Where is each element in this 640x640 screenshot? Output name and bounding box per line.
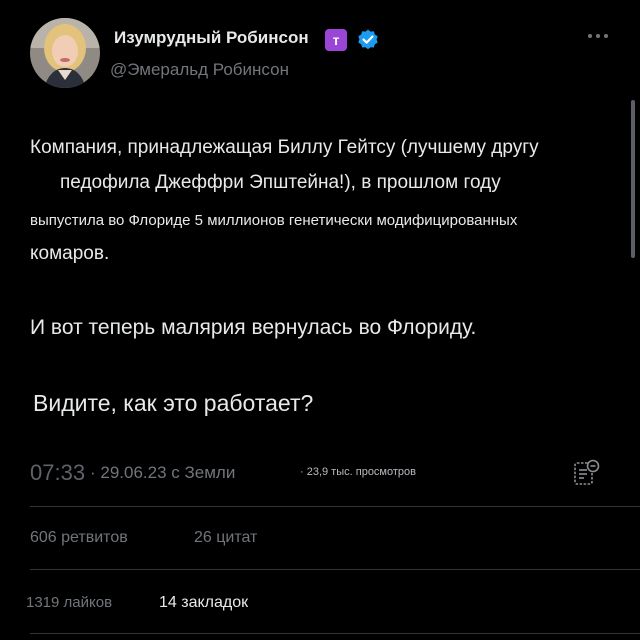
divider (30, 633, 640, 634)
bookmarks-count[interactable]: 14 закладок (159, 594, 248, 612)
tweet-text-line: выпустила во Флориде 5 миллионов генетич… (30, 212, 518, 229)
user-handle[interactable]: @Эмеральд Робинсон (110, 60, 289, 80)
retweets-count[interactable]: 606 ретвитов (30, 529, 128, 547)
affiliation-badge[interactable]: т (325, 29, 347, 51)
tweet-time[interactable]: 07:33 (30, 460, 85, 486)
tweet-text-line: педофила Джеффри Эпштейна!), в прошлом г… (60, 172, 501, 193)
analytics-icon[interactable] (572, 458, 602, 488)
tweet-text-line: Видите, как это работает? (33, 390, 314, 416)
divider (30, 506, 640, 507)
avatar[interactable] (30, 18, 100, 88)
view-count: · 23,9 тыс. просмотров (300, 466, 416, 478)
tweet-text-line: И вот теперь малярия вернулась во Флорид… (30, 316, 477, 339)
tweet-date-source: · 29.06.23 с Земли (90, 463, 236, 482)
tweet-text-line: Компания, принадлежащая Биллу Гейтсу (лу… (30, 137, 539, 158)
scrollbar[interactable] (631, 100, 635, 258)
verified-check-icon[interactable] (356, 28, 380, 52)
likes-count[interactable]: 1319 лайков (26, 594, 112, 611)
tweet-text-line: комаров. (30, 243, 110, 264)
quotes-count[interactable]: 26 цитат (194, 529, 257, 547)
divider (30, 569, 640, 570)
profile-photo (30, 18, 100, 88)
display-name[interactable]: Изумрудный Робинсон (114, 28, 309, 48)
more-options-icon[interactable] (586, 30, 610, 42)
